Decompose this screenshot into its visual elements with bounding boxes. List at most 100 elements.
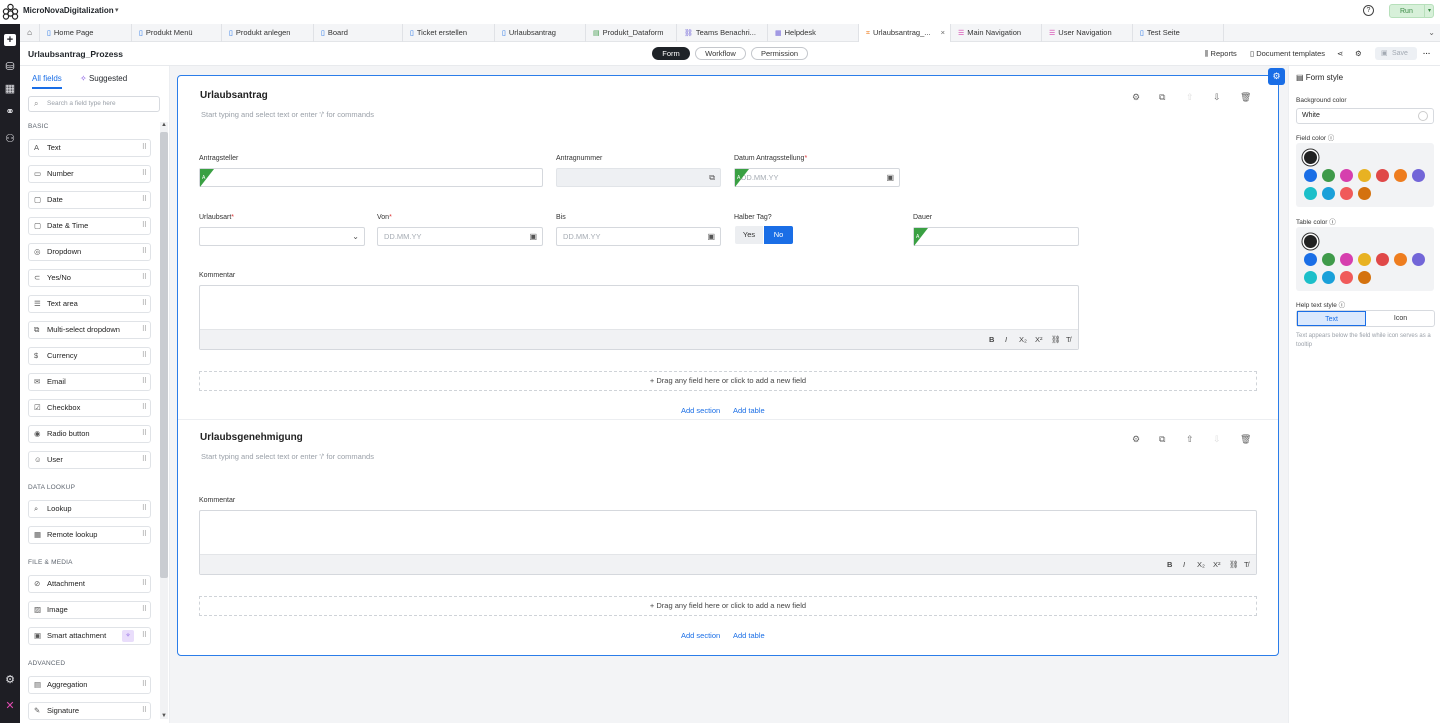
drag-handle-icon[interactable]: ⠿ (142, 628, 147, 644)
color-swatch-teal[interactable] (1304, 187, 1317, 200)
drag-handle-icon[interactable]: ⠿ (142, 218, 147, 234)
color-swatch-blue[interactable] (1304, 169, 1317, 182)
workflow-icon[interactable]: ⚭ (4, 106, 16, 118)
yes-toggle-option[interactable]: Yes (735, 226, 763, 244)
tab-main-navigation[interactable]: ☰ Main Navigation (951, 24, 1042, 42)
tab-teams-benachrichtigung[interactable]: ⛓ Teams Benachri... (677, 24, 768, 42)
tab-suggested[interactable]: ✧ Suggested (80, 74, 127, 83)
drag-handle-icon[interactable]: ⠿ (142, 576, 147, 592)
section-help-text[interactable]: Start typing and select text or enter '/… (201, 452, 374, 461)
field-type-date-time[interactable]: ▢ Date & Time ⠿ (28, 217, 151, 235)
drag-handle-icon[interactable]: ⠿ (142, 296, 147, 312)
drop-zone[interactable]: + Drag any field here or click to add a … (199, 596, 1257, 616)
color-swatch-yellow[interactable] (1358, 253, 1371, 266)
italic-icon[interactable]: I (1183, 560, 1185, 569)
color-swatch-default[interactable] (1304, 235, 1317, 248)
add-section-link[interactable]: Add section (681, 631, 720, 640)
scrollbar-thumb[interactable] (160, 132, 168, 578)
color-swatch-pink[interactable] (1340, 169, 1353, 182)
field-type-email[interactable]: ✉ Email ⠿ (28, 373, 151, 391)
color-swatch-green[interactable] (1322, 169, 1335, 182)
field-type-date[interactable]: ▢ Date ⠿ (28, 191, 151, 209)
form-settings-icon[interactable]: ⚙ (1268, 68, 1285, 85)
chevron-up-icon[interactable]: ▲ (160, 122, 168, 128)
color-swatch-cyan[interactable] (1322, 271, 1335, 284)
calendar-icon[interactable]: ▣ (707, 228, 715, 245)
gear-icon[interactable]: ⚙ (1355, 49, 1362, 58)
field-type-text[interactable]: A Text ⠿ (28, 139, 151, 157)
arrow-down-icon[interactable]: ⇩ (1213, 92, 1221, 103)
duplicate-icon[interactable]: ⧉ (1159, 92, 1165, 103)
field-type-number[interactable]: ▭ Number ⠿ (28, 165, 151, 183)
color-swatch-orange[interactable] (1394, 253, 1407, 266)
tab-helpdesk[interactable]: ▦ Helpdesk (768, 24, 859, 42)
field-type-aggregation[interactable]: ▤ Aggregation ⠿ (28, 676, 151, 694)
chevron-down-icon[interactable]: ▾ (1424, 5, 1434, 17)
datum-antragsstellung-field[interactable]: A DD.MM.YY ▣ (734, 168, 900, 187)
field-type-attachment[interactable]: ⊘ Attachment ⠿ (28, 575, 151, 593)
clear-format-icon[interactable]: T̸ (1066, 335, 1071, 344)
table-icon[interactable]: ▦ (4, 83, 16, 95)
color-swatch-cyan[interactable] (1322, 187, 1335, 200)
drop-zone[interactable]: + Drag any field here or click to add a … (199, 371, 1257, 391)
color-swatch-green[interactable] (1322, 253, 1335, 266)
field-type-image[interactable]: ▨ Image ⠿ (28, 601, 151, 619)
document-templates-button[interactable]: ▯ Document templates (1250, 49, 1325, 58)
bis-date-field[interactable]: DD.MM.YY ▣ (556, 227, 721, 246)
duplicate-icon[interactable]: ⧉ (1159, 434, 1165, 445)
tab-test-seite[interactable]: ▯ Test Seite (1133, 24, 1224, 42)
drag-handle-icon[interactable]: ⠿ (142, 348, 147, 364)
tab-user-navigation[interactable]: ☰ User Navigation (1042, 24, 1133, 42)
drag-handle-icon[interactable]: ⠿ (142, 166, 147, 182)
drag-handle-icon[interactable]: ⠿ (142, 244, 147, 260)
users-icon[interactable]: ⚇ (4, 133, 16, 145)
color-swatch-yellow[interactable] (1358, 169, 1371, 182)
link-icon[interactable]: ⛓ (1051, 335, 1061, 344)
drag-handle-icon[interactable]: ⠿ (142, 677, 147, 693)
color-swatch-blue[interactable] (1304, 253, 1317, 266)
arrow-up-icon[interactable]: ⇧ (1186, 434, 1194, 445)
field-type-signature[interactable]: ✎ Signature ⠿ (28, 702, 151, 720)
add-table-link[interactable]: Add table (733, 631, 765, 640)
drag-handle-icon[interactable]: ⠿ (142, 452, 147, 468)
gear-icon[interactable]: ⚙ (1132, 92, 1140, 103)
tab-urlaubsantrag[interactable]: ▯ Urlaubsantrag (495, 24, 586, 42)
subscript-icon[interactable]: X₂ (1019, 335, 1027, 344)
trash-icon[interactable]: 🗑 (1240, 434, 1251, 445)
drag-handle-icon[interactable]: ⠿ (142, 140, 147, 156)
field-type-user[interactable]: ☺ User ⠿ (28, 451, 151, 469)
help-style-icon-option[interactable]: Icon (1366, 311, 1435, 326)
von-date-field[interactable]: DD.MM.YY ▣ (377, 227, 543, 246)
tab-board[interactable]: ▯ Board (314, 24, 403, 42)
calendar-icon[interactable]: ▣ (886, 169, 894, 186)
antragsteller-field[interactable]: A (199, 168, 543, 187)
link-icon[interactable]: ⛓ (1229, 560, 1239, 569)
color-swatch-red[interactable] (1376, 169, 1389, 182)
info-icon[interactable]: ⓘ (1328, 135, 1335, 142)
color-swatch-default[interactable] (1304, 151, 1317, 164)
close-icon[interactable]: × (941, 24, 945, 42)
info-icon[interactable]: ⓘ (1329, 219, 1336, 226)
field-type-multi-select[interactable]: ⧉ Multi-select dropdown ⠿ (28, 321, 151, 339)
color-swatch-orange[interactable] (1394, 169, 1407, 182)
clear-format-icon[interactable]: T̸ (1244, 560, 1249, 569)
gear-icon[interactable]: ⚙ (1132, 434, 1140, 445)
drag-handle-icon[interactable]: ⠿ (142, 270, 147, 286)
add-table-link[interactable]: Add table (733, 406, 765, 415)
color-swatch-teal[interactable] (1304, 271, 1317, 284)
home-icon[interactable]: ⌂ (20, 24, 40, 42)
help-icon[interactable]: ? (1363, 5, 1374, 16)
add-icon[interactable]: + (4, 34, 16, 46)
color-swatch-coral[interactable] (1340, 187, 1353, 200)
drag-handle-icon[interactable]: ⠿ (142, 192, 147, 208)
help-style-text-option[interactable]: Text (1297, 311, 1366, 326)
field-type-dropdown[interactable]: ◎ Dropdown ⠿ (28, 243, 151, 261)
drag-handle-icon[interactable]: ⠿ (142, 602, 147, 618)
tab-urlaubsantrag-prozess[interactable]: ⌗ Urlaubsantrag_... × (859, 24, 951, 42)
bold-icon[interactable]: B (1167, 560, 1172, 569)
section-title[interactable]: Urlaubsantrag (200, 90, 268, 101)
urlaubsart-dropdown[interactable]: ⌄ (199, 227, 365, 246)
tab-produkt-anlegen[interactable]: ▯ Produkt anlegen (222, 24, 314, 42)
superscript-icon[interactable]: X² (1213, 560, 1221, 569)
tab-home-page[interactable]: ▯ Home Page (40, 24, 132, 42)
